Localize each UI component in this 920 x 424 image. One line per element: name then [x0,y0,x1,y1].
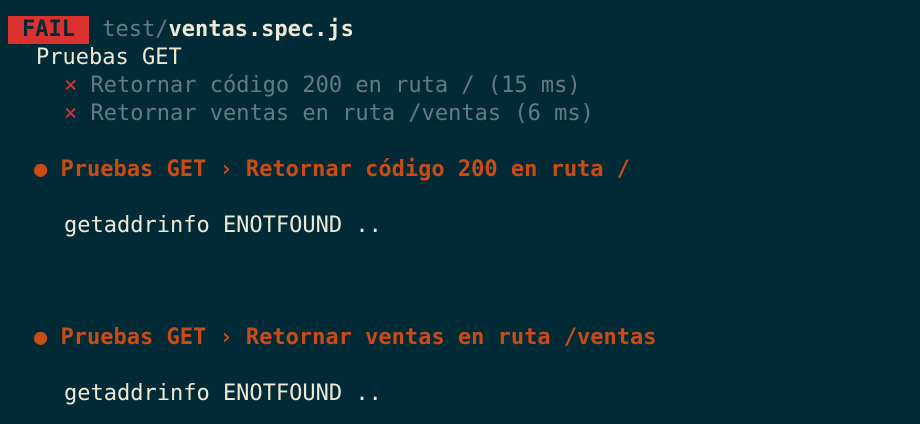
test-name: Retornar ventas en ruta /ventas (6 ms) [90,101,594,126]
test-result-row: × Retornar código 200 en ruta / (15 ms) [64,72,581,100]
terminal-output: FAIL test/ventas.spec.js Pruebas GET × R… [0,0,920,424]
file-name: ventas.spec.js [168,17,354,42]
bullet-icon: ● [34,157,48,182]
failure-heading: ● Pruebas GET › Retornar ventas en ruta … [34,324,657,352]
suite-title: Pruebas GET [36,45,182,70]
fail-badge: FAIL [8,16,89,44]
file-dir: test/ [102,17,169,42]
test-name: Retornar código 200 en ruta / (15 ms) [90,73,581,98]
fail-x-icon: × [64,101,78,126]
failure-title: Pruebas GET › Retornar ventas en ruta /v… [60,325,657,350]
failure-message: getaddrinfo ENOTFOUND .. [64,381,382,406]
failure-heading: ● Pruebas GET › Retornar código 200 en r… [34,156,630,184]
fail-x-icon: × [64,73,78,98]
bullet-icon: ● [34,325,48,350]
failure-message: getaddrinfo ENOTFOUND .. [64,213,382,238]
failure-title: Pruebas GET › Retornar código 200 en rut… [60,157,631,182]
test-result-row: × Retornar ventas en ruta /ventas (6 ms) [64,100,594,128]
test-file-header: FAIL test/ventas.spec.js [0,16,354,44]
